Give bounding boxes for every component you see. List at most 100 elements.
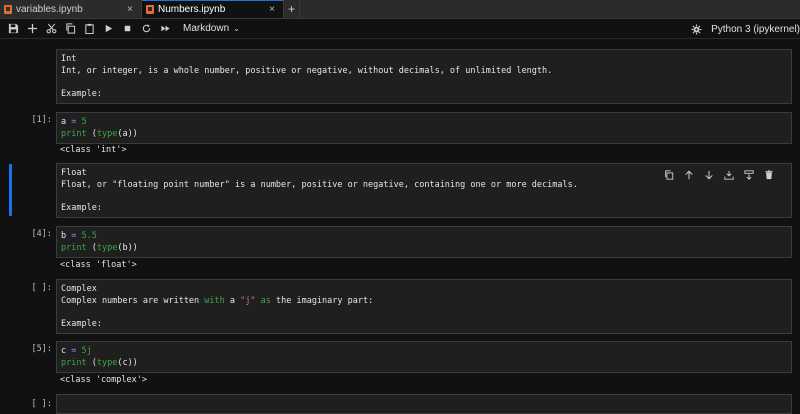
insert-cell-button[interactable] xyxy=(23,20,42,38)
copy-icon xyxy=(66,23,76,34)
cell-prompt: [ ]: xyxy=(31,283,52,293)
cell-output: <class 'int'> xyxy=(60,145,127,155)
code-var: b xyxy=(61,231,67,241)
code-op: = xyxy=(71,117,77,127)
move-up-button[interactable] xyxy=(679,168,699,182)
restart-button[interactable] xyxy=(137,20,156,38)
tab-numbers[interactable]: Numbers.ipynb × xyxy=(142,0,284,18)
code-var: a xyxy=(61,117,67,127)
delete-icon xyxy=(765,170,773,180)
run-icon xyxy=(105,24,113,33)
code-line: c = 5j xyxy=(61,346,787,358)
duplicate-icon xyxy=(665,170,674,180)
restart-icon xyxy=(142,24,151,33)
md-line: Example: xyxy=(61,202,102,213)
code-line: a = 5 xyxy=(61,117,787,129)
md-line: Int xyxy=(61,54,77,64)
cell-toolbar xyxy=(659,168,779,182)
move-down-icon xyxy=(705,170,713,180)
code-fn: type xyxy=(96,128,118,139)
code-line: b = 5.5 xyxy=(61,231,787,243)
md-line: Complex numbers are written with a "j" a… xyxy=(61,296,787,308)
notebook-file-icon xyxy=(146,5,154,14)
notebook-toolbar: Markdown ⌄ Python 3 (ipykernel) xyxy=(0,19,800,39)
fast-forward-icon xyxy=(161,25,170,32)
code-fn: print xyxy=(61,128,87,139)
delete-cell-button[interactable] xyxy=(759,168,779,182)
code-op: = xyxy=(71,346,77,356)
code-line: print (type(b)) xyxy=(61,243,787,255)
duplicate-cell-button[interactable] xyxy=(659,168,679,182)
new-tab-button[interactable]: + xyxy=(284,0,300,18)
md-text: Complex numbers are written xyxy=(61,295,205,306)
markdown-cell-int[interactable]: Int Int, or integer, is a whole number, p… xyxy=(56,49,792,104)
md-keyword: as xyxy=(260,295,271,306)
tab-variables[interactable]: variables.ipynb × xyxy=(0,0,142,18)
insert-above-button[interactable] xyxy=(719,168,739,182)
md-line: ​ xyxy=(61,191,787,203)
insert-above-icon xyxy=(724,170,734,180)
kernel-area: Python 3 (ipykernel) xyxy=(689,19,800,39)
md-string: "j" xyxy=(240,295,256,306)
paste-icon xyxy=(85,23,94,34)
tab-label: variables.ipynb xyxy=(16,3,83,15)
code-arg: (b)) xyxy=(117,242,138,253)
md-line: Int, or integer, is a whole number, posi… xyxy=(61,65,553,76)
insert-below-button[interactable] xyxy=(739,168,759,182)
md-text: a xyxy=(224,295,241,306)
move-up-icon xyxy=(685,170,693,180)
code-line: print (type(a)) xyxy=(61,129,787,141)
markdown-cell-float[interactable]: Float Float, or "floating point number" i… xyxy=(56,163,792,218)
run-button[interactable] xyxy=(99,20,118,38)
cell-prompt: [4]: xyxy=(31,229,52,239)
cell-prompt: [1]: xyxy=(31,115,52,125)
cell-output: <class 'complex'> xyxy=(60,375,147,385)
tab-label: Numbers.ipynb xyxy=(158,4,226,15)
cut-icon xyxy=(46,23,57,34)
active-cell-indicator xyxy=(9,164,12,216)
insert-below-icon xyxy=(744,170,754,180)
code-var: c xyxy=(61,346,67,356)
code-fn: type xyxy=(96,242,118,253)
cell-output: <class 'float'> xyxy=(60,260,137,270)
md-line: ​ xyxy=(61,77,787,89)
cell-prompt: [5]: xyxy=(31,344,52,354)
code-fn: print xyxy=(61,357,87,368)
gear-icon xyxy=(691,23,702,35)
move-down-button[interactable] xyxy=(699,168,719,182)
cut-button[interactable] xyxy=(42,20,61,38)
code-fn: type xyxy=(96,357,118,368)
code-line: print (type(c)) xyxy=(61,358,787,370)
cell-prompt: [ ]: xyxy=(31,399,52,409)
md-line: Complex xyxy=(61,284,97,294)
paste-button[interactable] xyxy=(80,20,99,38)
close-icon[interactable]: × xyxy=(267,4,277,15)
md-line: Example: xyxy=(61,88,102,99)
md-line: ​ xyxy=(61,307,787,319)
save-button[interactable] xyxy=(4,20,23,38)
code-num: 5j xyxy=(81,346,92,356)
code-cell-3[interactable]: c = 5j print (type(c)) xyxy=(56,341,792,373)
copy-button[interactable] xyxy=(61,20,80,38)
add-icon xyxy=(27,23,38,34)
notebook-file-icon xyxy=(4,4,12,14)
code-op: = xyxy=(71,231,77,241)
md-line: Example: xyxy=(61,318,102,329)
code-cell-1[interactable]: a = 5 print (type(a)) xyxy=(56,112,792,144)
notebook-area: Int Int, or integer, is a whole number, p… xyxy=(0,40,800,414)
cell-type-select[interactable]: Markdown ⌄ xyxy=(183,23,240,34)
kernel-status-icon xyxy=(689,22,703,36)
code-paren: ( xyxy=(86,357,97,368)
close-icon[interactable]: × xyxy=(125,4,135,15)
empty-code-cell[interactable] xyxy=(56,394,792,414)
code-fn: print xyxy=(61,242,87,253)
markdown-cell-complex[interactable]: Complex Complex numbers are written with … xyxy=(56,279,792,334)
restart-run-all-button[interactable] xyxy=(156,20,175,38)
save-icon xyxy=(8,23,19,34)
code-num: 5.5 xyxy=(81,231,97,241)
code-cell-2[interactable]: b = 5.5 print (type(b)) xyxy=(56,226,792,258)
code-paren: ( xyxy=(86,128,97,139)
stop-button[interactable] xyxy=(118,20,137,38)
chevron-down-icon: ⌄ xyxy=(233,24,240,33)
kernel-name[interactable]: Python 3 (ipykernel) xyxy=(711,24,800,35)
